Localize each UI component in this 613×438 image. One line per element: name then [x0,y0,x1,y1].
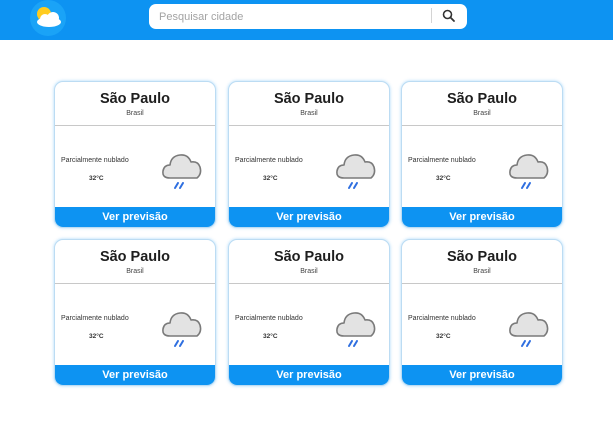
card-divider [229,125,389,126]
city-cards-grid: São Paulo Brasil Parcialmente nublado 32… [0,0,613,438]
cloud-rain-icon [507,150,552,192]
weather-card: São Paulo Brasil Parcialmente nublado 32… [54,81,216,228]
card-description: Parcialmente nublado [61,315,129,322]
card-temperature: 32°C [89,175,104,182]
card-temperature: 32°C [436,333,451,340]
card-description: Parcialmente nublado [235,157,303,164]
cloud-rain-icon [334,150,379,192]
card-description: Parcialmente nublado [235,315,303,322]
card-temperature: 32°C [436,175,451,182]
card-country: Brasil [300,268,318,275]
card-divider [402,283,562,284]
card-city: São Paulo [446,91,518,107]
card-city: São Paulo [273,91,345,107]
ver-previsao-button[interactable]: Ver previsão [229,365,389,385]
card-city: São Paulo [273,249,345,265]
card-divider [402,125,562,126]
weather-card: São Paulo Brasil Parcialmente nublado 32… [54,239,216,386]
card-temperature: 32°C [263,175,278,182]
card-divider [55,125,215,126]
card-country: Brasil [300,110,318,117]
card-country: Brasil [126,110,144,117]
cloud-rain-icon [507,308,552,350]
weather-card: São Paulo Brasil Parcialmente nublado 32… [228,239,390,386]
ver-previsao-button[interactable]: Ver previsão [402,365,562,385]
weather-card: São Paulo Brasil Parcialmente nublado 32… [228,81,390,228]
weather-card: São Paulo Brasil Parcialmente nublado 32… [401,81,563,228]
card-city: São Paulo [99,249,171,265]
card-description: Parcialmente nublado [61,157,129,164]
cloud-rain-icon [334,308,379,350]
card-temperature: 32°C [89,333,104,340]
ver-previsao-button[interactable]: Ver previsão [55,365,215,385]
card-city: São Paulo [99,91,171,107]
card-divider [229,283,389,284]
weather-card: São Paulo Brasil Parcialmente nublado 32… [401,239,563,386]
card-description: Parcialmente nublado [408,157,476,164]
ver-previsao-button[interactable]: Ver previsão [229,207,389,227]
cloud-rain-icon [160,308,205,350]
card-country: Brasil [126,268,144,275]
cloud-rain-icon [160,150,205,192]
card-divider [55,283,215,284]
card-country: Brasil [473,268,491,275]
card-temperature: 32°C [263,333,278,340]
card-country: Brasil [473,110,491,117]
card-city: São Paulo [446,249,518,265]
card-description: Parcialmente nublado [408,315,476,322]
ver-previsao-button[interactable]: Ver previsão [55,207,215,227]
ver-previsao-button[interactable]: Ver previsão [402,207,562,227]
